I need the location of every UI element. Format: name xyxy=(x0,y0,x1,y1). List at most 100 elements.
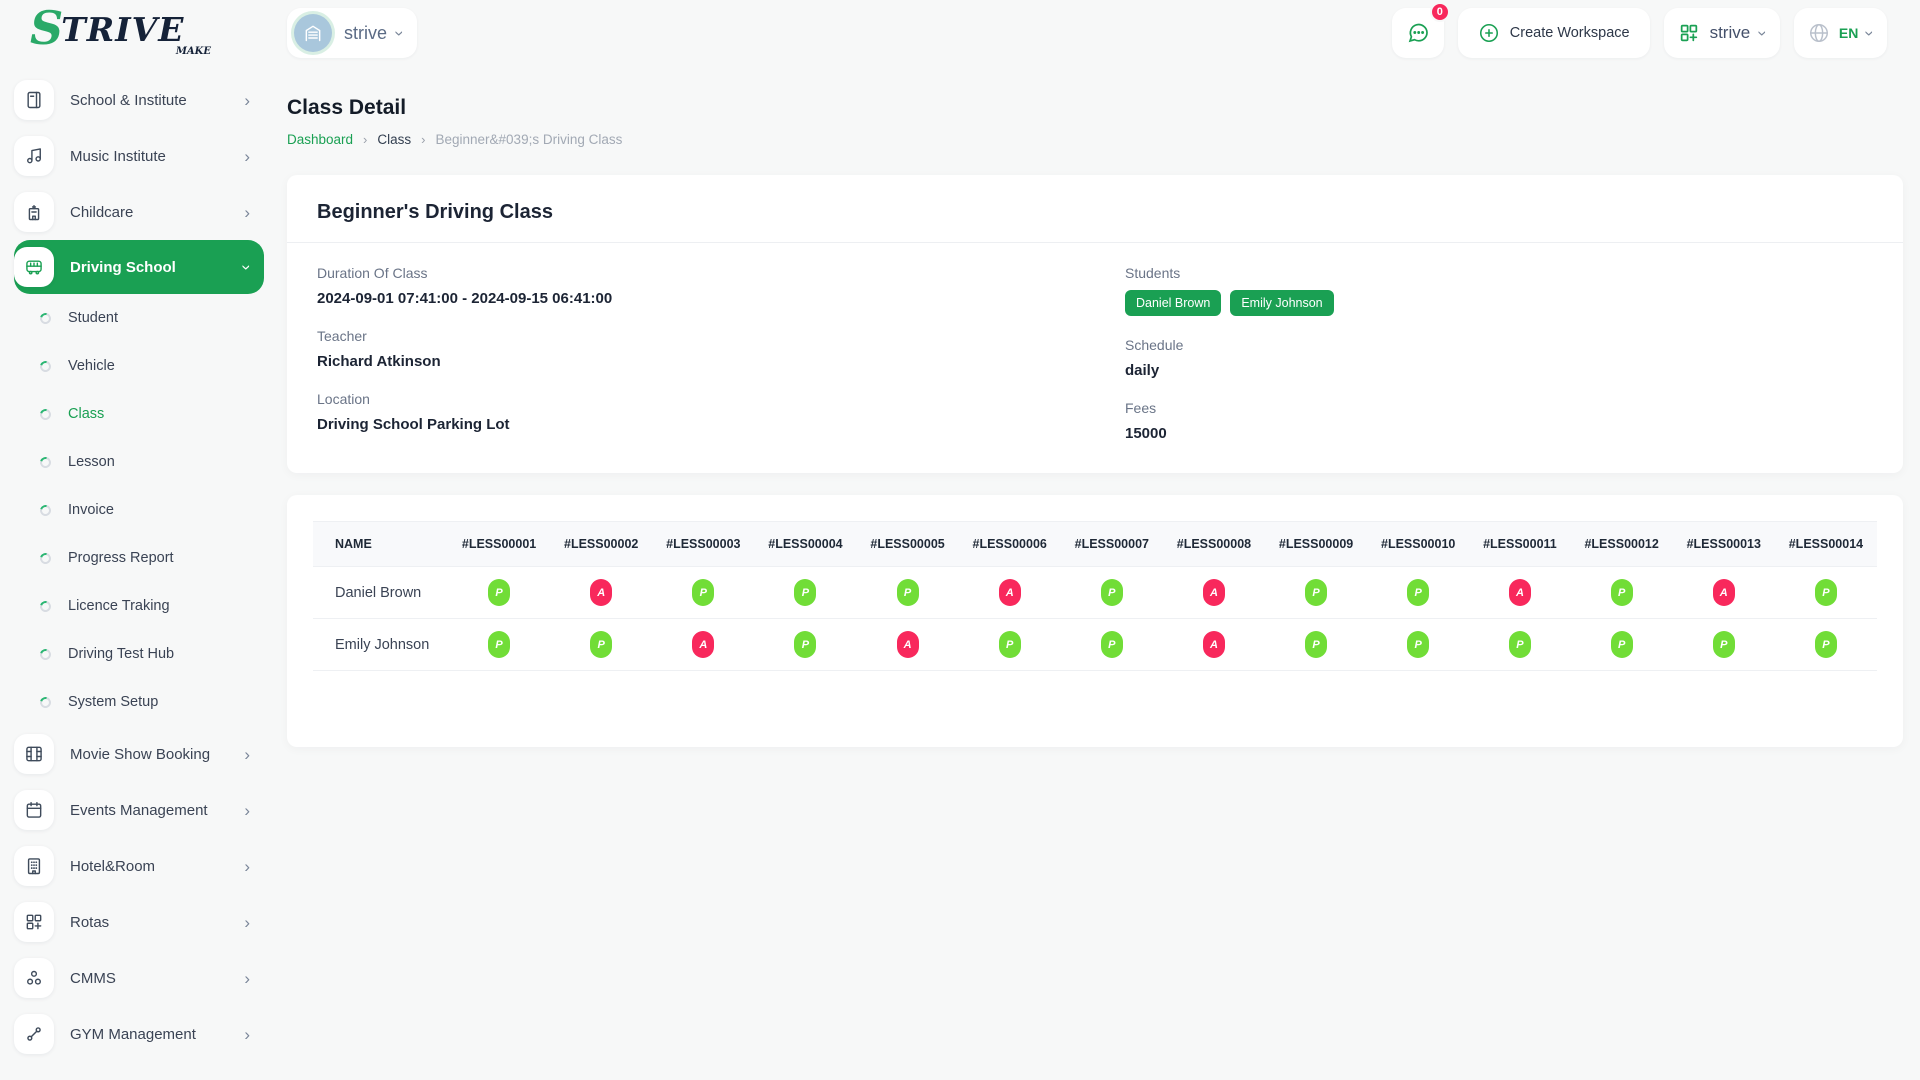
chevron-right-icon: › xyxy=(244,858,250,875)
bus-icon xyxy=(24,257,44,277)
field-label: Students xyxy=(1125,265,1873,281)
language-selector[interactable]: EN › xyxy=(1794,8,1887,58)
chevron-down-icon: › xyxy=(1755,30,1772,36)
chevron-right-icon: › xyxy=(244,1026,250,1043)
create-workspace-label: Create Workspace xyxy=(1510,25,1630,41)
rotas-icon xyxy=(24,912,44,932)
chat-notification-badge: 0 xyxy=(1430,2,1450,22)
attendance-cell: P xyxy=(1775,619,1877,671)
column-header-lesson: #LESS00005 xyxy=(857,522,959,567)
breadcrumb-item[interactable]: Class xyxy=(377,132,411,147)
music-icon xyxy=(24,146,44,166)
sidebar-item-hotel-room[interactable]: Hotel&Room› xyxy=(14,838,264,894)
sidebar-nav: School & Institute›Music Institute›Child… xyxy=(0,66,282,1080)
absent-badge: A xyxy=(897,631,919,658)
student-badge[interactable]: Emily Johnson xyxy=(1230,290,1333,316)
sidebar-item-movie-show-booking[interactable]: Movie Show Booking› xyxy=(14,726,264,782)
present-badge: P xyxy=(1815,579,1837,606)
class-fields-right: StudentsDaniel BrownEmily JohnsonSchedul… xyxy=(1125,265,1873,463)
sidebar-subitem-licence-traking[interactable]: Licence Traking xyxy=(14,582,264,630)
sidebar-item-label: Events Management xyxy=(70,802,244,819)
status-donut-icon xyxy=(38,310,53,325)
field-label: Teacher xyxy=(317,328,1065,344)
sidebar-item-label: Music Institute xyxy=(70,148,244,165)
breadcrumb-item[interactable]: Dashboard xyxy=(287,132,353,147)
attendance-cell: A xyxy=(1469,567,1570,619)
field-students: Students Daniel Brown Emily Johnson xyxy=(1125,265,1873,316)
page-title: Class Detail xyxy=(287,96,1903,120)
chevron-right-icon: › xyxy=(244,204,250,221)
sidebar-subitem-progress-report[interactable]: Progress Report xyxy=(14,534,264,582)
column-header-lesson: #LESS00007 xyxy=(1061,522,1163,567)
sidebar-item-label: CMMS xyxy=(70,970,244,987)
attendance-cell: A xyxy=(959,567,1061,619)
sidebar-subitem-label: Lesson xyxy=(68,454,115,470)
student-badge[interactable]: Daniel Brown xyxy=(1125,290,1221,316)
sidebar-item-music-institute[interactable]: Music Institute› xyxy=(14,128,264,184)
sidebar-item-driving-school[interactable]: Driving School› xyxy=(14,240,264,294)
column-header-name: NAME xyxy=(313,522,448,567)
sidebar-subitem-system-setup[interactable]: System Setup xyxy=(14,678,264,726)
field-label: Duration Of Class xyxy=(317,265,1065,281)
status-donut-icon xyxy=(38,598,53,613)
present-badge: P xyxy=(1407,631,1429,658)
calendar-icon xyxy=(24,800,44,820)
create-workspace-button[interactable]: Create Workspace xyxy=(1458,8,1650,58)
sidebar-subitem-driving-test-hub[interactable]: Driving Test Hub xyxy=(14,630,264,678)
present-badge: P xyxy=(1101,579,1123,606)
sidebar-item-gym-management[interactable]: GYM Management› xyxy=(14,1006,264,1062)
attendance-cell: A xyxy=(652,619,754,671)
attendance-cell: P xyxy=(1265,567,1367,619)
sidebar-subitem-class[interactable]: Class xyxy=(14,390,264,438)
chevron-down-icon: › xyxy=(391,30,408,36)
sidebar-item-cmms[interactable]: CMMS› xyxy=(14,950,264,1006)
sidebar-item-childcare[interactable]: Childcare› xyxy=(14,184,264,240)
workspace-name: strive xyxy=(344,23,387,44)
sidebar-icon-box xyxy=(14,958,54,998)
field-value: 15000 xyxy=(1125,425,1873,442)
sidebar-subitem-invoice[interactable]: Invoice xyxy=(14,486,264,534)
attendance-table-body: Daniel BrownPAPPPAPAPPAPAPEmily JohnsonP… xyxy=(313,567,1877,671)
main-content: Class Detail Dashboard›Class›Beginner&#0… xyxy=(287,96,1903,747)
org-name: strive xyxy=(1710,23,1751,43)
topbar-actions: 0 Create Workspace strive › EN › xyxy=(1392,8,1887,58)
field-value: 2024-09-01 07:41:00 - 2024-09-15 06:41:0… xyxy=(317,290,1065,307)
attendance-cell: A xyxy=(1163,567,1265,619)
present-badge: P xyxy=(1509,631,1531,658)
present-badge: P xyxy=(794,579,816,606)
org-selector[interactable]: strive › xyxy=(1664,8,1780,58)
chat-button[interactable]: 0 xyxy=(1392,8,1444,58)
absent-badge: A xyxy=(590,579,612,606)
logo-text: TRIVE xyxy=(61,12,184,48)
absent-badge: A xyxy=(1203,631,1225,658)
grid-plus-icon xyxy=(1678,22,1700,44)
sidebar-item-school-institute[interactable]: School & Institute› xyxy=(14,72,264,128)
sidebar-icon-box xyxy=(14,846,54,886)
sidebar-item-label: Rotas xyxy=(70,914,244,931)
class-fields: Duration Of Class 2024-09-01 07:41:00 - 2… xyxy=(317,265,1873,463)
present-badge: P xyxy=(897,579,919,606)
chevron-right-icon: › xyxy=(244,802,250,819)
logo-s-glyph: S xyxy=(30,8,61,48)
column-header-lesson: #LESS00009 xyxy=(1265,522,1367,567)
chevron-right-icon: › xyxy=(244,914,250,931)
cmms-icon xyxy=(24,968,44,988)
sidebar-icon-box xyxy=(14,192,54,232)
sidebar-item-rotas[interactable]: Rotas› xyxy=(14,894,264,950)
strive-logo[interactable]: STRIVE MAKE xyxy=(30,8,215,57)
workspace-selector[interactable]: strive › xyxy=(287,8,417,58)
attendance-cell: P xyxy=(1673,619,1775,671)
sidebar-icon-box xyxy=(14,136,54,176)
present-badge: P xyxy=(692,579,714,606)
sidebar-subitem-label: Licence Traking xyxy=(68,598,170,614)
sidebar-icon-box xyxy=(14,247,54,287)
status-donut-icon xyxy=(38,550,53,565)
attendance-cell: P xyxy=(1469,619,1570,671)
sidebar-subitem-lesson[interactable]: Lesson xyxy=(14,438,264,486)
globe-icon xyxy=(1808,22,1830,44)
present-badge: P xyxy=(794,631,816,658)
sidebar-item-events-management[interactable]: Events Management› xyxy=(14,782,264,838)
sidebar-subitem-vehicle[interactable]: Vehicle xyxy=(14,342,264,390)
field-location: LocationDriving School Parking Lot xyxy=(317,391,1065,433)
sidebar-subitem-student[interactable]: Student xyxy=(14,294,264,342)
